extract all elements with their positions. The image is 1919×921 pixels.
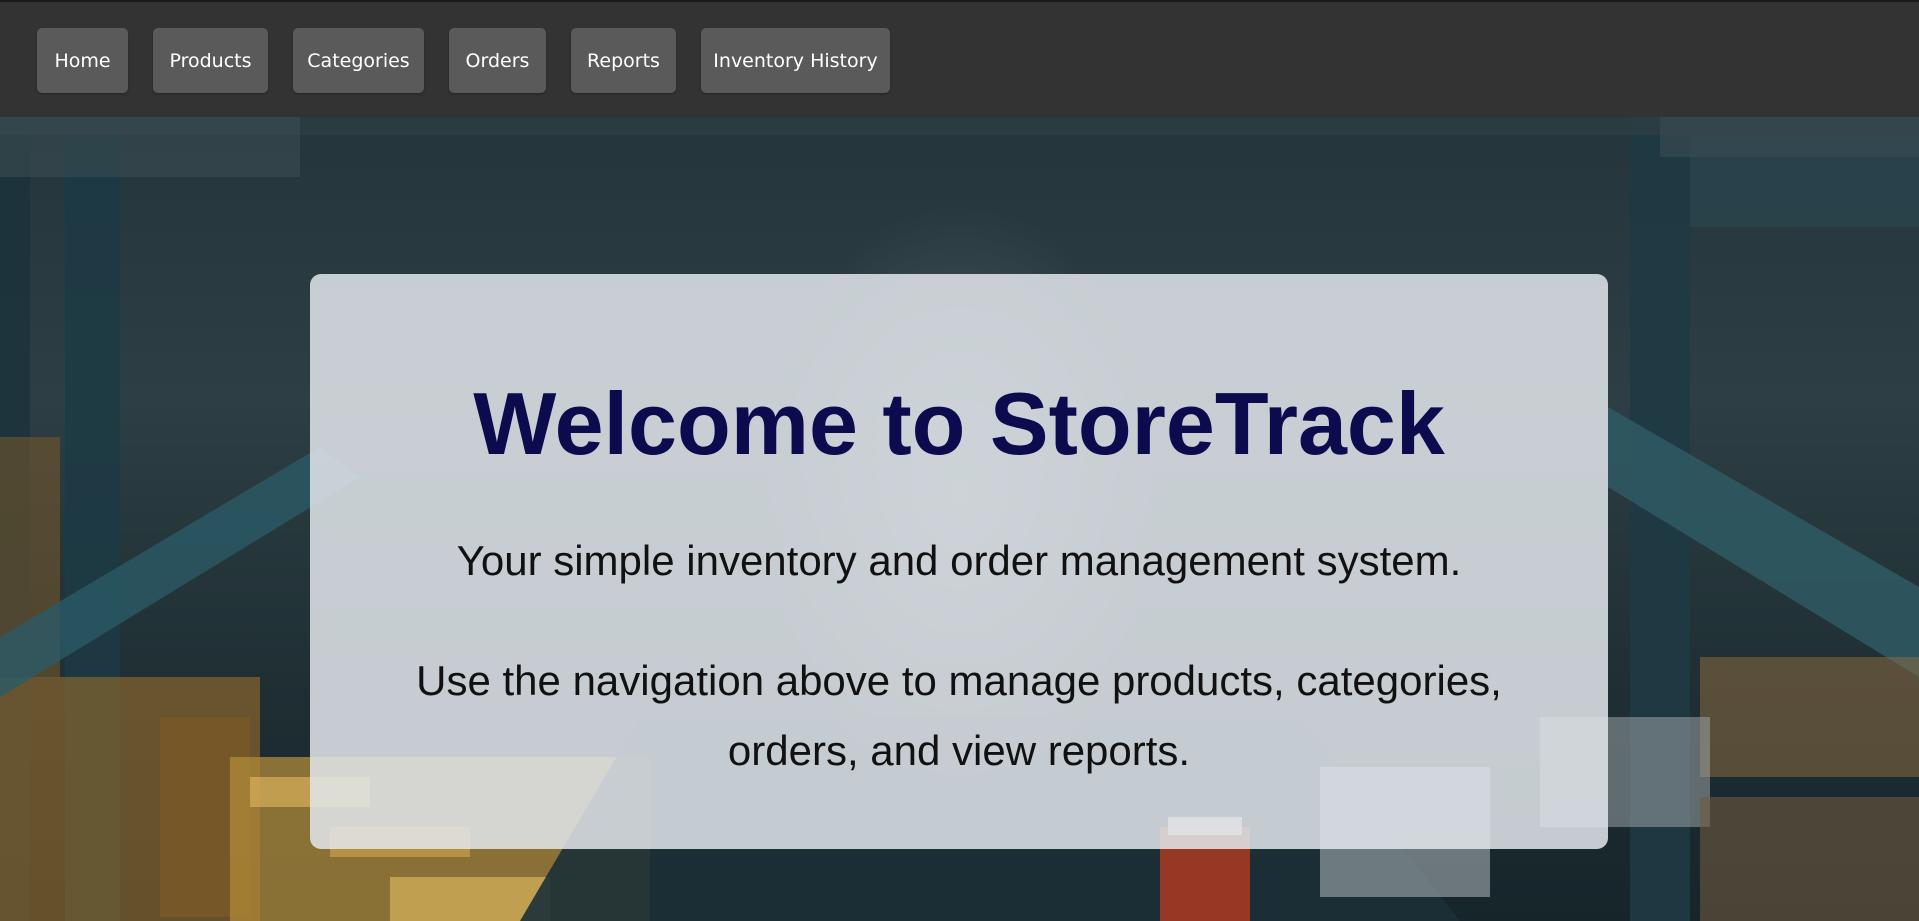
nav-categories-button[interactable]: Categories <box>293 28 424 93</box>
instructions-text: Use the navigation above to manage produ… <box>416 657 1502 774</box>
nav-reports-button[interactable]: Reports <box>571 28 676 93</box>
top-navbar: Home Products Categories Orders Reports … <box>0 0 1919 117</box>
tagline: Your simple inventory and order manageme… <box>456 537 1462 584</box>
nav-products-button[interactable]: Products <box>153 28 268 93</box>
nav-orders-button[interactable]: Orders <box>449 28 546 93</box>
hero-background-warehouse: Welcome to StoreTrack Your simple invent… <box>0 117 1919 921</box>
welcome-card: Welcome to StoreTrack Your simple invent… <box>310 274 1608 849</box>
nav-home-button[interactable]: Home <box>37 28 128 93</box>
nav-inventory-history-button[interactable]: Inventory History <box>701 28 890 93</box>
page-title: Welcome to StoreTrack <box>473 374 1445 473</box>
